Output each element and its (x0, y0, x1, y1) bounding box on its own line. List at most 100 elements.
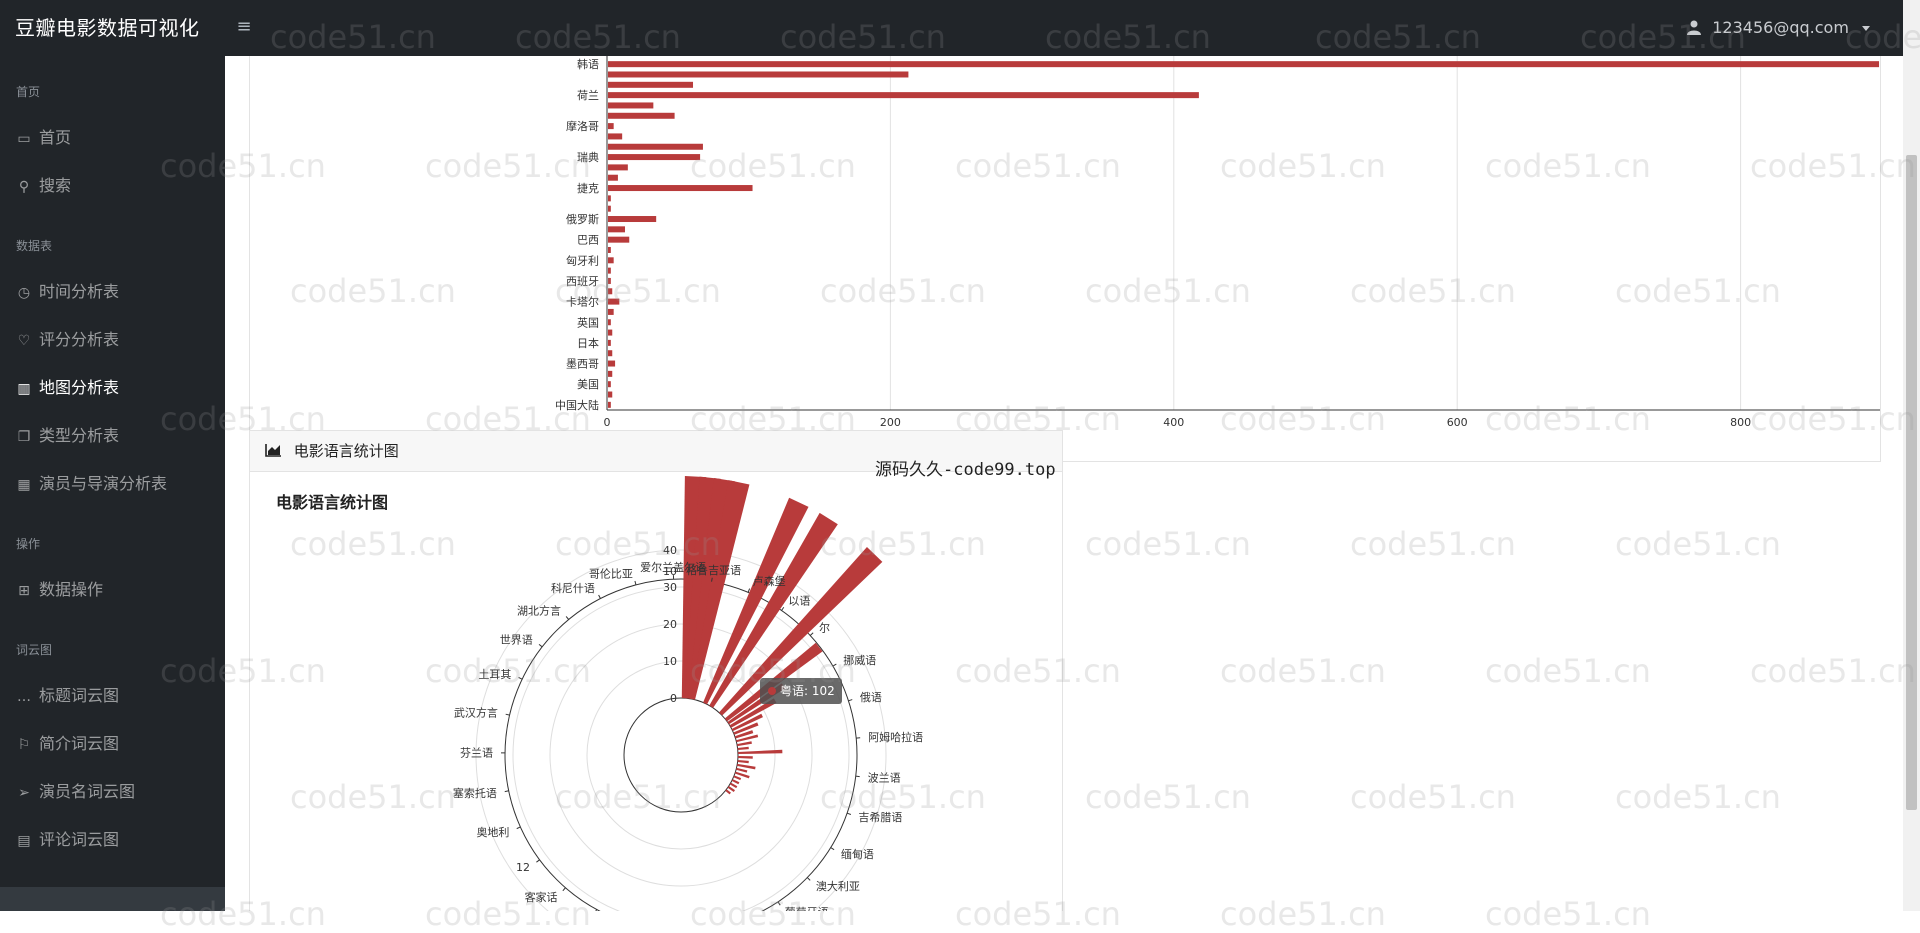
scrollbar-thumb[interactable] (1906, 155, 1917, 810)
category-label: 葡萄牙语 (785, 906, 829, 911)
polar-bar (733, 775, 741, 780)
user-icon (1687, 18, 1712, 37)
polar-bar (736, 768, 747, 773)
bank-icon: ▦ (15, 469, 33, 501)
sidebar-item[interactable]: ◷时间分析表 (0, 276, 225, 308)
y-tick-label: 卡塔尔 (566, 296, 599, 309)
x-tick-label: 600 (1447, 416, 1468, 429)
sidebar-item[interactable]: ❐类型分析表 (0, 420, 225, 452)
app-brand[interactable]: 豆瓣电影数据可视化 (0, 0, 225, 56)
main-content: 02004006008001,000中国大陆美国墨西哥日本英国卡塔尔西班牙匈牙利… (225, 56, 1903, 911)
y-tick-label: 英国 (577, 315, 599, 329)
category-tick (833, 664, 836, 666)
bar (608, 268, 611, 274)
sidebar-item-label: 评论词云图 (39, 830, 119, 849)
x-tick-label: 200 (880, 416, 901, 429)
category-label: 澳大利亚 (816, 879, 860, 893)
sidebar-item[interactable]: ▦演员与导演分析表 (0, 468, 225, 500)
category-label: 爱尔兰盖尔语 (640, 560, 706, 574)
user-email: 123456@qq.com (1712, 18, 1849, 37)
page-scrollbar[interactable] (1903, 0, 1920, 911)
y-tick-label: 捷克 (577, 181, 599, 195)
sidebar-item[interactable]: ▥地图分析表 (0, 372, 225, 404)
sidebar-item[interactable]: ⚐简介词云图 (0, 728, 225, 760)
sidebar-item-label: 数据操作 (39, 580, 103, 599)
sidebar-item[interactable]: ▭首页 (0, 122, 225, 154)
sidebar-item-label: 演员名词云图 (39, 782, 135, 801)
bar (608, 257, 614, 263)
category-tick (778, 902, 780, 905)
category-tick (563, 888, 566, 891)
country-bar-chart: 02004006008001,000中国大陆美国墨西哥日本英国卡塔尔西班牙匈牙利… (250, 56, 1880, 461)
category-tick (782, 607, 784, 610)
polar-bar (730, 783, 737, 789)
category-tick (831, 848, 834, 850)
language-polar-chart: 电影语言统计图01020304010格鲁吉亚语卢森堡以语尔挪威语俄语阿姆哈拉语波… (250, 472, 1062, 911)
category-tick (599, 595, 601, 599)
tooltip-text: 粤语: 102 (780, 683, 835, 698)
category-label: 客家话 (525, 890, 558, 904)
sidebar-item[interactable]: ⊞数据操作 (0, 574, 225, 606)
bar (608, 164, 628, 170)
y-tick-label: 韩语 (577, 57, 599, 71)
bar (608, 361, 615, 367)
inner-ring (624, 698, 738, 812)
sidebar-item[interactable]: ➢ 演员名词云图 (0, 776, 225, 808)
category-label: 卢森堡 (753, 574, 786, 588)
radial-tick-label: 30 (663, 581, 677, 594)
radial-tick-label: 0 (670, 692, 677, 705)
bar (608, 175, 618, 181)
tooltip-marker (768, 687, 776, 695)
sidebar-item[interactable]: ⚲搜索 (0, 170, 225, 202)
country-chart-card: 02004006008001,000中国大陆美国墨西哥日本英国卡塔尔西班牙匈牙利… (249, 56, 1881, 462)
y-tick-label: 西班牙 (566, 275, 599, 288)
category-tick (748, 589, 750, 593)
category-label: 缅甸语 (841, 847, 874, 861)
category-tick (536, 860, 539, 862)
radial-tick-label: 40 (663, 544, 677, 557)
category-tick (810, 633, 813, 636)
category-tick (847, 813, 851, 814)
menu-toggle-icon[interactable]: ≡ (233, 16, 255, 38)
bar (608, 185, 753, 191)
card-text-icon: ▤ (15, 825, 33, 857)
bar (608, 381, 611, 387)
y-tick-label: 荷兰 (577, 89, 599, 102)
category-label: 奥地利 (476, 825, 509, 839)
sidebar-item-label: 评分分析表 (39, 330, 119, 349)
sidebar-item-label: 首页 (39, 128, 71, 147)
bar (608, 402, 611, 408)
polar-bar (738, 760, 749, 763)
bar (608, 288, 612, 294)
category-tick (519, 677, 523, 679)
bar (608, 154, 700, 160)
sidebar: 豆瓣电影数据可视化 首页▭首页 ⚲搜索数据表 ◷时间分析表 ♡评分分析表 ▥地图分析表 ❐… (0, 0, 225, 911)
category-tick (848, 700, 852, 701)
bar (608, 309, 614, 315)
search-icon: ⚲ (15, 171, 33, 203)
y-tick-label: 摩洛哥 (566, 119, 599, 133)
y-tick-label: 俄罗斯 (566, 213, 599, 226)
x-tick-label: 0 (604, 416, 611, 429)
category-label: 科尼什语 (551, 581, 595, 595)
polar-bar (737, 741, 752, 746)
category-label: 尔 (819, 621, 830, 634)
map-icon: ▥ (15, 373, 33, 405)
sidebar-item[interactable]: …标题词云图 (0, 680, 225, 712)
bar (608, 278, 611, 284)
y-tick-label: 墨西哥 (566, 358, 599, 371)
sidebar-item-label: 时间分析表 (39, 282, 119, 301)
sidebar-item[interactable]: ▤ 评论词云图 (0, 824, 225, 856)
send-icon: ➢ (15, 777, 33, 809)
sidebar-item-label: 简介词云图 (39, 734, 119, 753)
source-text: 源码久久-code99.top (875, 455, 1056, 480)
chart-title: 电影语言统计图 (276, 493, 388, 512)
sidebar-heading: 数据表 (0, 238, 68, 254)
bar (608, 226, 625, 232)
bar (608, 371, 612, 377)
category-label: 塞索托语 (453, 786, 497, 800)
category-tick (506, 714, 510, 715)
category-label: 武汉方言 (454, 705, 498, 719)
sidebar-item[interactable]: ♡评分分析表 (0, 324, 225, 356)
user-menu[interactable]: 123456@qq.com (1687, 18, 1870, 37)
